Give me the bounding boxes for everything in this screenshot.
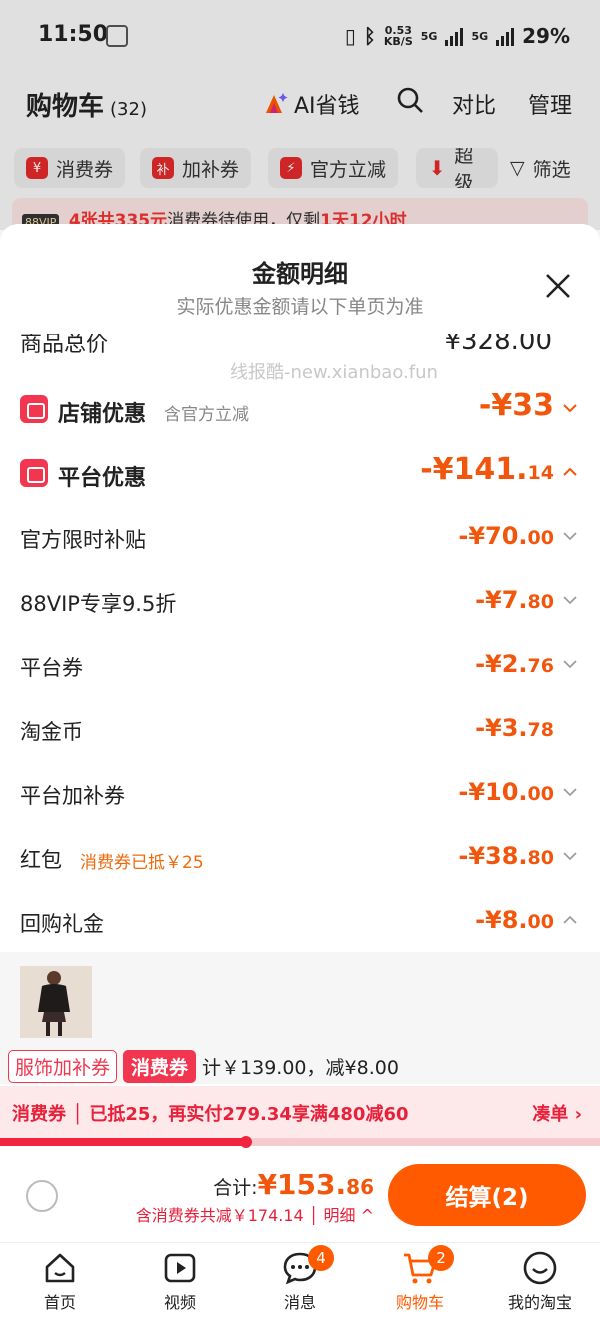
chevron-down-icon	[563, 660, 577, 669]
coupon-progress-bar	[0, 1136, 600, 1148]
tab-my-taobao[interactable]: 我的淘宝	[480, 1249, 600, 1313]
select-all-checkbox[interactable]	[26, 1180, 58, 1212]
platform-icon	[20, 459, 48, 487]
profile-smile-icon	[523, 1251, 557, 1285]
product-tags: 服饰加补券 消费券 计￥139.00，减¥8.00	[8, 1050, 399, 1083]
tab-messages[interactable]: 消息 4	[240, 1245, 360, 1313]
sheet-title: 金额明细	[252, 260, 348, 288]
checkout-bar: 合计:¥153.86 含消费券共减￥174.14 │ 明细 ^ 结算(2)	[0, 1150, 600, 1242]
total-amount: 合计:¥153.86	[213, 1168, 374, 1201]
store-icon	[20, 395, 48, 423]
progress-knob	[240, 1136, 252, 1148]
messages-badge: 4	[308, 1245, 334, 1271]
checkout-button[interactable]: 结算(2)	[388, 1164, 586, 1226]
sheet-subtitle: 实际优惠金额请以下单页为准	[176, 296, 424, 318]
chevron-up-icon	[563, 467, 577, 476]
platform-discount-amount: -¥141.14	[420, 452, 554, 487]
discount-detail-toggle[interactable]: 含消费券共减￥174.14 │ 明细 ^	[136, 1202, 374, 1226]
tab-cart[interactable]: 购物车 2	[360, 1245, 480, 1313]
progress-fill	[0, 1138, 246, 1146]
discount-item-row[interactable]: 平台券 -¥2.76	[0, 640, 600, 690]
bottom-tab-bar: 首页 视频 消息 4 购物车 2 我的淘宝	[0, 1242, 600, 1320]
platform-discount-row[interactable]: 平台优惠 -¥141.14	[0, 448, 600, 498]
add-items-link[interactable]: 凑单 ›	[532, 1100, 582, 1126]
product-price-text: 计￥139.00，减¥8.00	[202, 1057, 399, 1079]
discount-item-row[interactable]: 回购礼金 -¥8.00	[0, 896, 600, 946]
home-icon	[45, 1253, 75, 1283]
chevron-down-icon	[563, 404, 577, 413]
discount-item-row[interactable]: 官方限时补贴 -¥70.00	[0, 512, 600, 562]
overlay-dim	[0, 0, 600, 230]
tab-home[interactable]: 首页	[0, 1249, 120, 1313]
watermark: 线报酷-new.xianbao.fun	[230, 362, 438, 383]
discount-item-row[interactable]: 88VIP专享9.5折 -¥7.80	[0, 576, 600, 626]
discount-item-row[interactable]: 红包 消费券已抵￥25 -¥38.80	[0, 832, 600, 882]
amount-detail-sheet: 金额明细 实际优惠金额请以下单页为准 商品总价 ¥328.00 线报酷-new.…	[0, 224, 600, 1240]
red-packet-note: 消费券已抵￥25	[80, 853, 204, 873]
chevron-down-icon	[563, 532, 577, 541]
store-discount-amount: -¥33	[478, 388, 554, 423]
cart-badge: 2	[428, 1245, 454, 1271]
chevron-down-icon	[563, 788, 577, 797]
consumption-coupon-bar: 消费券 │ 已抵25，再实付279.34享满480减60 凑单 ›	[0, 1086, 600, 1138]
product-thumbnail[interactable]	[20, 966, 92, 1038]
chevron-down-icon	[563, 596, 577, 605]
chevron-up-icon	[563, 915, 577, 924]
consumption-coupon-tag: 消费券	[123, 1050, 197, 1083]
tab-video[interactable]: 视频	[120, 1249, 240, 1313]
video-icon	[164, 1253, 196, 1283]
apparel-subsidy-tag: 服饰加补券	[8, 1050, 118, 1083]
store-discount-row[interactable]: 店铺优惠 含官方立减 -¥33	[0, 384, 600, 434]
goods-total-row: 商品总价 ¥328.00	[20, 334, 552, 354]
discount-item-row: 淘金币 -¥3.78	[20, 714, 554, 744]
chevron-down-icon	[563, 852, 577, 861]
product-item[interactable]: 服饰加补券 消费券 计￥139.00，减¥8.00	[0, 952, 600, 1084]
discount-item-row[interactable]: 平台加补券 -¥10.00	[0, 768, 600, 818]
close-icon[interactable]	[544, 272, 572, 300]
